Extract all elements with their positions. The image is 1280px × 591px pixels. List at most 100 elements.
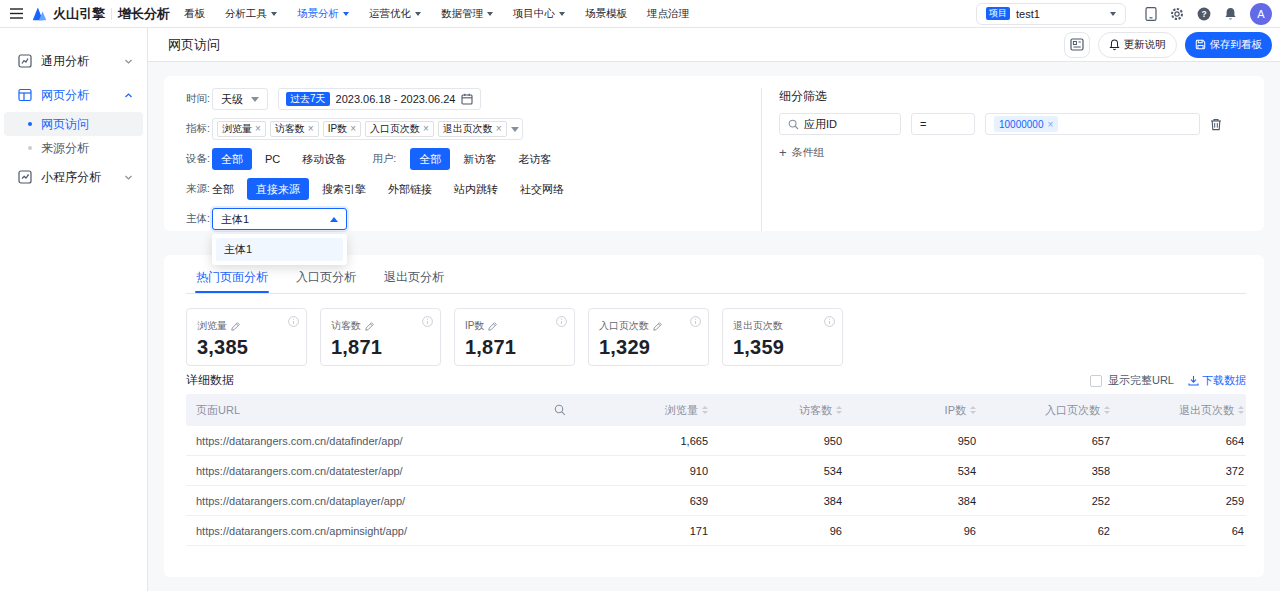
miniprogram-analysis-icon: [18, 170, 32, 184]
cell-url[interactable]: https://datarangers.com.cn/datafinder/ap…: [186, 435, 576, 447]
sort-icon[interactable]: [1238, 406, 1244, 414]
source-option-external[interactable]: 外部链接: [379, 178, 441, 200]
update-notes-button[interactable]: 更新说明: [1098, 32, 1177, 58]
tab-entry-pages[interactable]: 入口页分析: [295, 269, 357, 293]
edit-icon[interactable]: [653, 322, 662, 331]
column-header-ip[interactable]: IP数: [844, 403, 978, 418]
edit-icon[interactable]: [488, 322, 497, 331]
cell-value: 1,665: [576, 435, 710, 447]
cell-value: 96: [844, 525, 978, 537]
tab-exit-pages[interactable]: 退出页分析: [383, 269, 445, 293]
nav-item-scene-analysis[interactable]: 场景分析: [297, 7, 349, 21]
settings-gear-icon[interactable]: [1170, 7, 1184, 21]
sidebar-subitem-label: 来源分析: [41, 140, 89, 157]
table-row[interactable]: https://datarangers.com.cn/dataplayer/ap…: [186, 486, 1246, 516]
metric-label: 入口页次数: [599, 319, 649, 333]
subject-select[interactable]: 主体1 主体1: [212, 208, 347, 230]
column-header-url[interactable]: 页面URL: [186, 403, 576, 418]
brand-name: 火山引擎: [53, 5, 105, 23]
condition-value-input[interactable]: 10000000×: [985, 113, 1200, 135]
delete-condition-icon[interactable]: [1210, 118, 1222, 131]
nav-item-dashboard[interactable]: 看板: [184, 7, 205, 21]
sort-icon[interactable]: [836, 406, 842, 414]
project-select[interactable]: 项目 test1: [976, 3, 1126, 25]
remove-tag-icon[interactable]: ×: [1048, 119, 1054, 130]
sidebar-item-label: 通用分析: [41, 53, 89, 70]
device-option-mobile[interactable]: 移动设备: [293, 148, 355, 170]
sidebar-item-web-visit[interactable]: 网页访问: [4, 112, 143, 136]
metrics-filter-row: 指标: 浏览量× 访客数× IP数× 入口页次数× 退出页次数×: [186, 118, 741, 140]
source-option-direct[interactable]: 直接来源: [247, 178, 309, 200]
sidebar-item-source-analysis[interactable]: 来源分析: [4, 136, 143, 160]
nav-item-analysis-tools[interactable]: 分析工具: [225, 7, 277, 21]
nav-item-scene-template[interactable]: 场景模板: [585, 7, 627, 21]
menu-icon[interactable]: [10, 8, 23, 19]
date-range-picker[interactable]: 过去7天 2023.06.18 - 2023.06.24: [278, 88, 481, 110]
metric-card-ip: IP数 1,871: [454, 308, 575, 366]
avatar[interactable]: A: [1250, 3, 1272, 25]
table-row[interactable]: https://datarangers.com.cn/datafinder/ap…: [186, 426, 1246, 456]
detail-table: 页面URL 浏览量 访客数 IP数 入口页次数 退出页次数 https://da…: [186, 394, 1246, 546]
column-header-pageviews[interactable]: 浏览量: [576, 403, 710, 418]
sidebar-item-miniprogram-analysis[interactable]: 小程序分析: [0, 160, 147, 194]
sidebar-item-web-analysis[interactable]: 网页分析: [0, 78, 147, 112]
source-option-social[interactable]: 社交网络: [511, 178, 573, 200]
device-option-all[interactable]: 全部: [212, 148, 252, 170]
display-board-button[interactable]: [1064, 32, 1090, 58]
column-header-entry[interactable]: 入口页次数: [978, 403, 1112, 418]
sort-icon[interactable]: [1104, 406, 1110, 414]
remove-tag-icon[interactable]: ×: [308, 124, 314, 134]
notification-bell-icon[interactable]: [1224, 7, 1237, 21]
nav-item-project-center[interactable]: 项目中心: [513, 7, 565, 21]
column-header-exit[interactable]: 退出页次数: [1112, 403, 1246, 418]
remove-tag-icon[interactable]: ×: [423, 124, 429, 134]
info-icon[interactable]: [556, 316, 567, 327]
info-icon[interactable]: [824, 316, 835, 327]
remove-tag-icon[interactable]: ×: [496, 124, 502, 134]
source-option-search[interactable]: 搜索引擎: [313, 178, 375, 200]
cell-value: 259: [1112, 495, 1246, 507]
device-option-pc[interactable]: PC: [256, 148, 289, 170]
download-data-link[interactable]: 下载数据: [1188, 373, 1246, 388]
nav-item-tracking[interactable]: 埋点治理: [647, 7, 689, 21]
remove-tag-icon[interactable]: ×: [255, 124, 261, 134]
info-icon[interactable]: [288, 316, 299, 327]
granularity-select[interactable]: 天级: [212, 88, 268, 110]
edit-icon[interactable]: [231, 322, 240, 331]
user-option-returning[interactable]: 老访客: [509, 148, 560, 170]
nav-item-data-management[interactable]: 数据管理: [441, 7, 493, 21]
metrics-multiselect[interactable]: 浏览量× 访客数× IP数× 入口页次数× 退出页次数×: [212, 118, 523, 140]
condition-field-select[interactable]: 应用ID: [779, 113, 901, 135]
edit-icon[interactable]: [365, 322, 374, 331]
show-full-url-checkbox[interactable]: [1090, 375, 1102, 387]
info-icon[interactable]: [690, 316, 701, 327]
cell-url[interactable]: https://datarangers.com.cn/dataplayer/ap…: [186, 495, 576, 507]
table-row[interactable]: https://datarangers.com.cn/apminsight/ap…: [186, 516, 1246, 546]
table-row[interactable]: https://datarangers.com.cn/datatester/ap…: [186, 456, 1246, 486]
column-header-visitors[interactable]: 访客数: [710, 403, 844, 418]
user-option-all[interactable]: 全部: [410, 148, 450, 170]
nav-item-operation[interactable]: 运营优化: [369, 7, 421, 21]
source-option-internal[interactable]: 站内跳转: [445, 178, 507, 200]
condition-operator-select[interactable]: =: [911, 113, 975, 135]
column-label: 页面URL: [196, 403, 240, 418]
add-condition-group-button[interactable]: + 条件组: [779, 145, 1246, 160]
help-icon[interactable]: ?: [1197, 7, 1211, 21]
cell-url[interactable]: https://datarangers.com.cn/apminsight/ap…: [186, 525, 576, 537]
subject-dropdown-option[interactable]: 主体1: [216, 238, 343, 261]
cell-url[interactable]: https://datarangers.com.cn/datatester/ap…: [186, 465, 576, 477]
remove-tag-icon[interactable]: ×: [350, 124, 356, 134]
sort-icon[interactable]: [702, 406, 708, 414]
chevron-down-icon: [124, 173, 133, 182]
source-option-all[interactable]: 全部: [212, 178, 243, 200]
tab-hot-pages[interactable]: 热门页面分析: [195, 269, 269, 293]
nav-item-label: 分析工具: [225, 7, 267, 21]
sidebar-item-general-analysis[interactable]: 通用分析: [0, 44, 147, 78]
search-icon[interactable]: [554, 404, 566, 416]
user-option-new[interactable]: 新访客: [454, 148, 505, 170]
info-icon[interactable]: [422, 316, 433, 327]
mobile-preview-icon[interactable]: [1145, 7, 1157, 21]
save-to-dashboard-button[interactable]: 保存到看板: [1185, 32, 1273, 58]
sort-icon[interactable]: [970, 406, 976, 414]
chevron-up-icon: [124, 91, 133, 100]
